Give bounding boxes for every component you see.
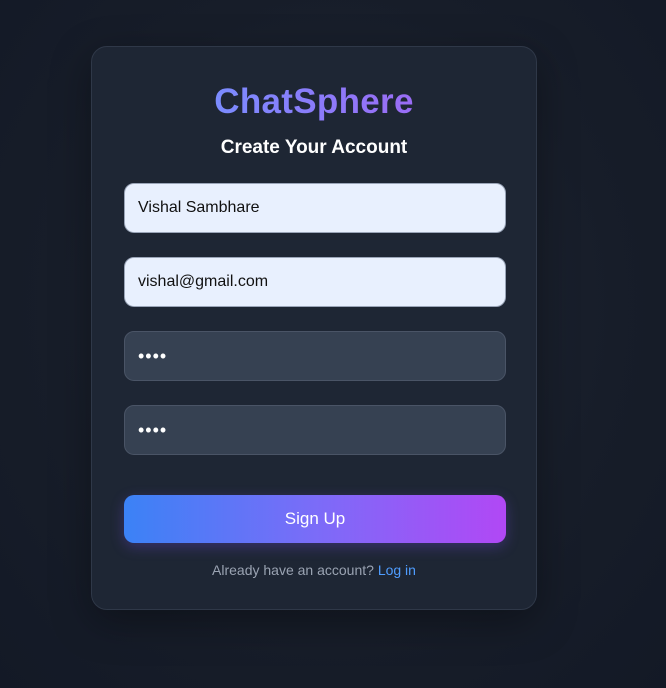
confirm-password-input[interactable] <box>124 405 506 455</box>
full-name-input[interactable] <box>124 183 506 233</box>
page-title: Create Your Account <box>220 137 408 158</box>
login-prompt-text: Already have an account? <box>212 562 374 578</box>
signup-card: ChatSphere Create Your Account Sign Up A… <box>91 46 537 610</box>
sign-up-button[interactable]: Sign Up <box>124 495 506 543</box>
password-input[interactable] <box>124 331 506 381</box>
login-prompt: Already have an account? Log in <box>92 561 536 579</box>
brand-logo-text: ChatSphere <box>92 81 536 123</box>
brand-name: ChatSphere <box>214 82 414 121</box>
login-link[interactable]: Log in <box>378 562 416 578</box>
email-input[interactable] <box>124 257 506 307</box>
